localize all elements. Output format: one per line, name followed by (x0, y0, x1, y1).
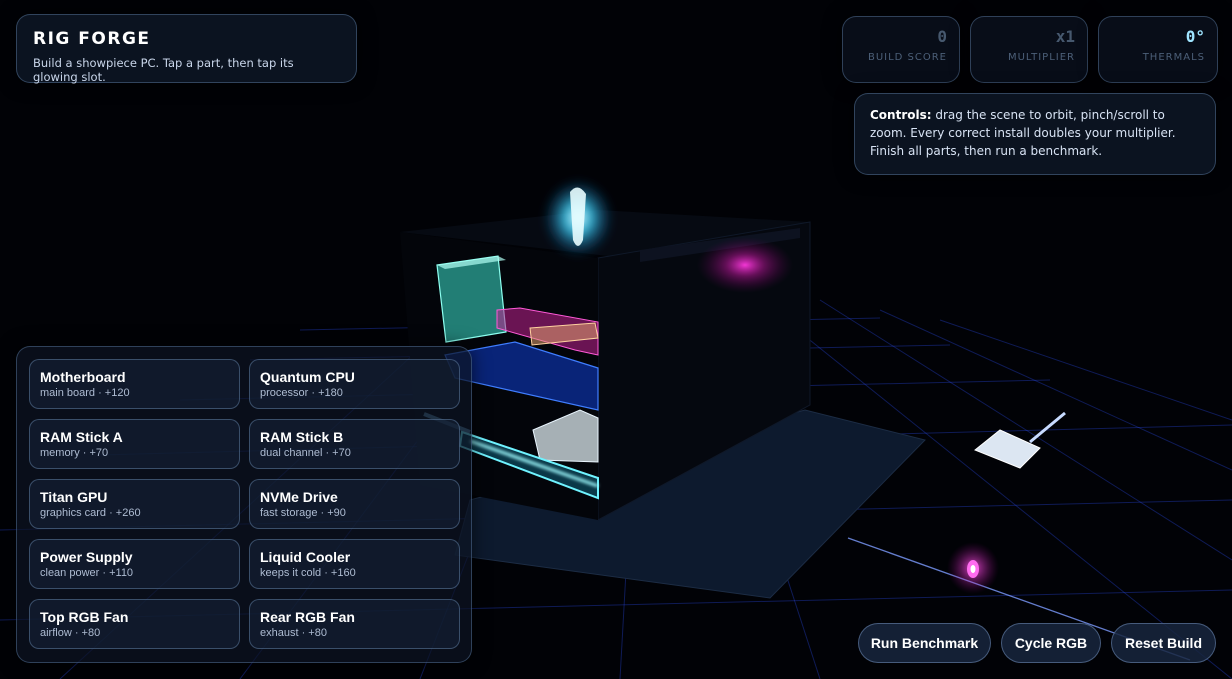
multiplier-stat: x1 MULTIPLIER (970, 16, 1088, 83)
part-ram-stick-a[interactable]: RAM Stick A memory · +70 (29, 419, 240, 469)
part-motherboard[interactable]: Motherboard main board · +120 (29, 359, 240, 409)
part-name: Liquid Cooler (260, 549, 351, 565)
part-name: Titan GPU (40, 489, 108, 505)
part-rear-rgb-fan[interactable]: Rear RGB Fan exhaust · +80 (249, 599, 460, 649)
part-name: Top RGB Fan (40, 609, 129, 625)
reset-build-button[interactable]: Reset Build (1111, 623, 1216, 663)
build-score-value: 0 (937, 27, 947, 46)
part-name: Power Supply (40, 549, 133, 565)
parts-panel: Motherboard main board · +120 Quantum CP… (16, 346, 472, 663)
part-titan-gpu[interactable]: Titan GPU graphics card · +260 (29, 479, 240, 529)
part-meta: clean power · +110 (40, 567, 134, 579)
thermals-label: THERMALS (1142, 52, 1205, 63)
controls-help: Controls: drag the scene to orbit, pinch… (854, 93, 1216, 175)
part-meta: processor · +180 (260, 387, 343, 399)
part-ram-stick-b[interactable]: RAM Stick B dual channel · +70 (249, 419, 460, 469)
build-score-stat: 0 BUILD SCORE (842, 16, 960, 83)
part-top-rgb-fan[interactable]: Top RGB Fan airflow · +80 (29, 599, 240, 649)
part-meta: exhaust · +80 (260, 627, 327, 639)
part-meta: fast storage · +90 (260, 507, 346, 519)
part-meta: dual channel · +70 (260, 447, 351, 459)
rgb-glow-top (697, 237, 793, 293)
title-card: RIG FORGE Build a showpiece PC. Tap a pa… (16, 14, 357, 84)
rgb-orb (947, 542, 999, 594)
part-name: NVMe Drive (260, 489, 338, 505)
cooler-slot-glow[interactable] (542, 178, 614, 258)
part-meta: keeps it cold · +160 (260, 567, 356, 579)
thermals-stat: 0° THERMALS (1098, 16, 1218, 83)
part-nvme-drive[interactable]: NVMe Drive fast storage · +90 (249, 479, 460, 529)
loose-part-ssd[interactable] (974, 411, 1066, 469)
thermals-value: 0° (1185, 27, 1205, 46)
run-benchmark-button[interactable]: Run Benchmark (858, 623, 991, 663)
part-name: Motherboard (40, 369, 126, 385)
controls-heading: Controls: (870, 108, 932, 122)
game-subtitle: Build a showpiece PC. Tap a part, then t… (33, 56, 294, 84)
game-title: RIG FORGE (33, 29, 151, 49)
part-name: Quantum CPU (260, 369, 355, 385)
cycle-rgb-button[interactable]: Cycle RGB (1001, 623, 1101, 663)
multiplier-value: x1 (1055, 27, 1075, 46)
multiplier-label: MULTIPLIER (1007, 52, 1075, 63)
part-meta: graphics card · +260 (40, 507, 141, 519)
part-power-supply[interactable]: Power Supply clean power · +110 (29, 539, 240, 589)
part-liquid-cooler[interactable]: Liquid Cooler keeps it cold · +160 (249, 539, 460, 589)
part-meta: airflow · +80 (40, 627, 101, 639)
part-name: RAM Stick A (40, 429, 123, 445)
part-meta: memory · +70 (40, 447, 109, 459)
part-name: Rear RGB Fan (260, 609, 355, 625)
part-meta: main board · +120 (40, 387, 130, 399)
build-score-label: BUILD SCORE (867, 52, 947, 63)
part-name: RAM Stick B (260, 429, 344, 445)
part-quantum-cpu[interactable]: Quantum CPU processor · +180 (249, 359, 460, 409)
